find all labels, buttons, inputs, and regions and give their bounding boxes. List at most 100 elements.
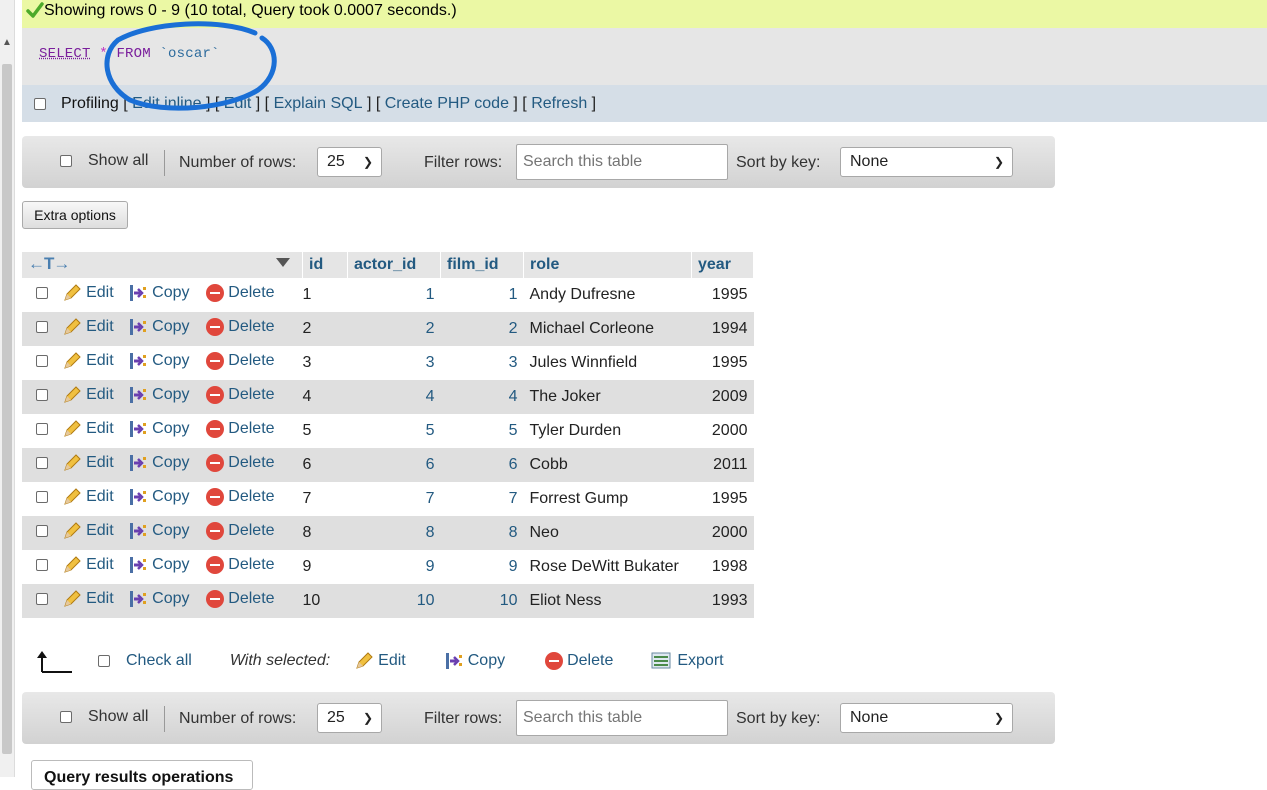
- row-copy-button[interactable]: Copy: [128, 283, 190, 303]
- cell-film-id-link[interactable]: 7: [509, 490, 518, 507]
- table-row[interactable]: Edit Copy Delete 2 2 2 Michael Corleone 1994: [22, 312, 754, 346]
- sql-keyword-select[interactable]: SELECT: [39, 46, 91, 62]
- profiling-checkbox[interactable]: [34, 98, 46, 110]
- row-delete-button[interactable]: Delete: [206, 317, 275, 336]
- row-copy-button[interactable]: Copy: [128, 351, 190, 371]
- row-edit-button[interactable]: Edit: [62, 317, 114, 337]
- row-delete-button[interactable]: Delete: [206, 453, 275, 472]
- row-edit-button[interactable]: Edit: [62, 555, 114, 575]
- cell-film-id-link[interactable]: 2: [509, 320, 518, 337]
- bulk-export-button[interactable]: Export: [651, 651, 724, 671]
- show-all-checkbox-bottom[interactable]: [60, 711, 72, 723]
- column-header-role[interactable]: role: [523, 252, 692, 278]
- sql-query-text[interactable]: SELECT * FROM `oscar`: [39, 46, 220, 62]
- row-delete-button[interactable]: Delete: [206, 555, 275, 574]
- table-row[interactable]: Edit Copy Delete 5 5 5 Tyler Durden 2000: [22, 414, 754, 448]
- table-row[interactable]: Edit Copy Delete 9 9 9 Rose DeWitt Bukater 1998: [22, 550, 754, 584]
- refresh-link[interactable]: Refresh: [531, 94, 587, 114]
- row-delete-button[interactable]: Delete: [206, 385, 275, 404]
- cell-film-id-link[interactable]: 9: [509, 558, 518, 575]
- cell-actor-id-link[interactable]: 1: [426, 286, 435, 303]
- create-php-code-link[interactable]: Create PHP code: [385, 94, 509, 114]
- row-checkbox[interactable]: [36, 287, 49, 299]
- row-checkbox[interactable]: [36, 593, 49, 605]
- row-edit-button[interactable]: Edit: [62, 487, 114, 507]
- cell-actor-id-link[interactable]: 3: [426, 354, 435, 371]
- table-row[interactable]: Edit Copy Delete 1 1 1 Andy Dufresne 1995: [22, 278, 754, 312]
- row-copy-button[interactable]: Copy: [128, 419, 190, 439]
- column-header-year[interactable]: year: [691, 252, 754, 278]
- table-row[interactable]: Edit Copy Delete 10 10 10 Eliot Ness 1993: [22, 584, 754, 618]
- edit-query-link[interactable]: Edit: [224, 94, 252, 114]
- extra-options-button[interactable]: Extra options: [22, 201, 128, 229]
- bulk-copy-button[interactable]: Copy: [444, 651, 505, 671]
- bulk-edit-button[interactable]: Edit: [354, 651, 406, 671]
- table-row[interactable]: Edit Copy Delete 3 3 3 Jules Winnfield 1995: [22, 346, 754, 380]
- row-copy-button[interactable]: Copy: [128, 385, 190, 405]
- filter-rows-input-top[interactable]: Search this table: [516, 144, 728, 180]
- cell-film-id-link[interactable]: 10: [500, 592, 518, 609]
- row-delete-button[interactable]: Delete: [206, 521, 275, 540]
- row-checkbox[interactable]: [36, 491, 49, 503]
- row-checkbox[interactable]: [36, 423, 49, 435]
- explain-sql-link[interactable]: Explain SQL: [274, 94, 363, 114]
- column-resize-header[interactable]: ←T→: [22, 252, 303, 278]
- row-copy-button[interactable]: Copy: [128, 589, 190, 609]
- cell-film-id-link[interactable]: 3: [509, 354, 518, 371]
- column-header-film-id[interactable]: film_id: [440, 252, 524, 278]
- show-all-checkbox-top[interactable]: [60, 155, 72, 167]
- edit-inline-link[interactable]: Edit inline: [132, 94, 201, 114]
- row-checkbox[interactable]: [36, 389, 49, 401]
- row-checkbox[interactable]: [36, 321, 49, 333]
- row-edit-button[interactable]: Edit: [62, 351, 114, 371]
- query-results-operations-tab[interactable]: Query results operations: [31, 760, 253, 790]
- column-header-actor-id[interactable]: actor_id: [347, 252, 441, 278]
- number-of-rows-select-bottom[interactable]: 25 ❯: [317, 703, 382, 733]
- cell-actor-id-link[interactable]: 2: [426, 320, 435, 337]
- cell-actor-id-link[interactable]: 7: [426, 490, 435, 507]
- row-copy-button[interactable]: Copy: [128, 521, 190, 541]
- row-delete-button[interactable]: Delete: [206, 351, 275, 370]
- cell-actor-id-link[interactable]: 5: [426, 422, 435, 439]
- row-copy-button[interactable]: Copy: [128, 453, 190, 473]
- column-width-toggle-icon[interactable]: ←T→: [28, 254, 70, 274]
- row-checkbox[interactable]: [36, 355, 49, 367]
- cell-film-id-link[interactable]: 5: [509, 422, 518, 439]
- sort-by-key-select-top[interactable]: None ❯: [840, 147, 1013, 177]
- scrollbar-thumb[interactable]: [2, 64, 12, 754]
- sort-by-key-select-bottom[interactable]: None ❯: [840, 703, 1013, 733]
- row-delete-button[interactable]: Delete: [206, 487, 275, 506]
- cell-actor-id-link[interactable]: 6: [426, 456, 435, 473]
- row-delete-button[interactable]: Delete: [206, 419, 275, 438]
- row-copy-button[interactable]: Copy: [128, 317, 190, 337]
- cell-film-id-link[interactable]: 1: [509, 286, 518, 303]
- table-row[interactable]: Edit Copy Delete 4 4 4 The Joker 2009: [22, 380, 754, 414]
- check-all-link[interactable]: Check all: [126, 652, 192, 670]
- row-checkbox[interactable]: [36, 525, 49, 537]
- row-edit-button[interactable]: Edit: [62, 589, 114, 609]
- row-edit-button[interactable]: Edit: [62, 453, 114, 473]
- row-edit-button[interactable]: Edit: [62, 419, 114, 439]
- row-checkbox[interactable]: [36, 457, 49, 469]
- cell-actor-id-link[interactable]: 4: [426, 388, 435, 405]
- scroll-up-arrow-icon[interactable]: ▲: [1, 36, 13, 50]
- row-edit-button[interactable]: Edit: [62, 385, 114, 405]
- cell-actor-id-link[interactable]: 8: [426, 524, 435, 541]
- cell-film-id-link[interactable]: 4: [509, 388, 518, 405]
- column-options-dropdown-icon[interactable]: [276, 258, 290, 267]
- column-header-id[interactable]: id: [302, 252, 348, 278]
- row-delete-button[interactable]: Delete: [206, 589, 275, 608]
- cell-film-id-link[interactable]: 6: [509, 456, 518, 473]
- table-row[interactable]: Edit Copy Delete 6 6 6 Cobb 2011: [22, 448, 754, 482]
- row-checkbox[interactable]: [36, 559, 49, 571]
- check-all-checkbox[interactable]: [98, 655, 110, 667]
- table-row[interactable]: Edit Copy Delete 8 8 8 Neo 2000: [22, 516, 754, 550]
- row-delete-button[interactable]: Delete: [206, 283, 275, 302]
- number-of-rows-select-top[interactable]: 25 ❯: [317, 147, 382, 177]
- bulk-delete-button[interactable]: Delete: [545, 652, 613, 670]
- row-edit-button[interactable]: Edit: [62, 283, 114, 303]
- cell-film-id-link[interactable]: 8: [509, 524, 518, 541]
- row-copy-button[interactable]: Copy: [128, 487, 190, 507]
- cell-actor-id-link[interactable]: 10: [417, 592, 435, 609]
- table-row[interactable]: Edit Copy Delete 7 7 7 Forrest Gump 1995: [22, 482, 754, 516]
